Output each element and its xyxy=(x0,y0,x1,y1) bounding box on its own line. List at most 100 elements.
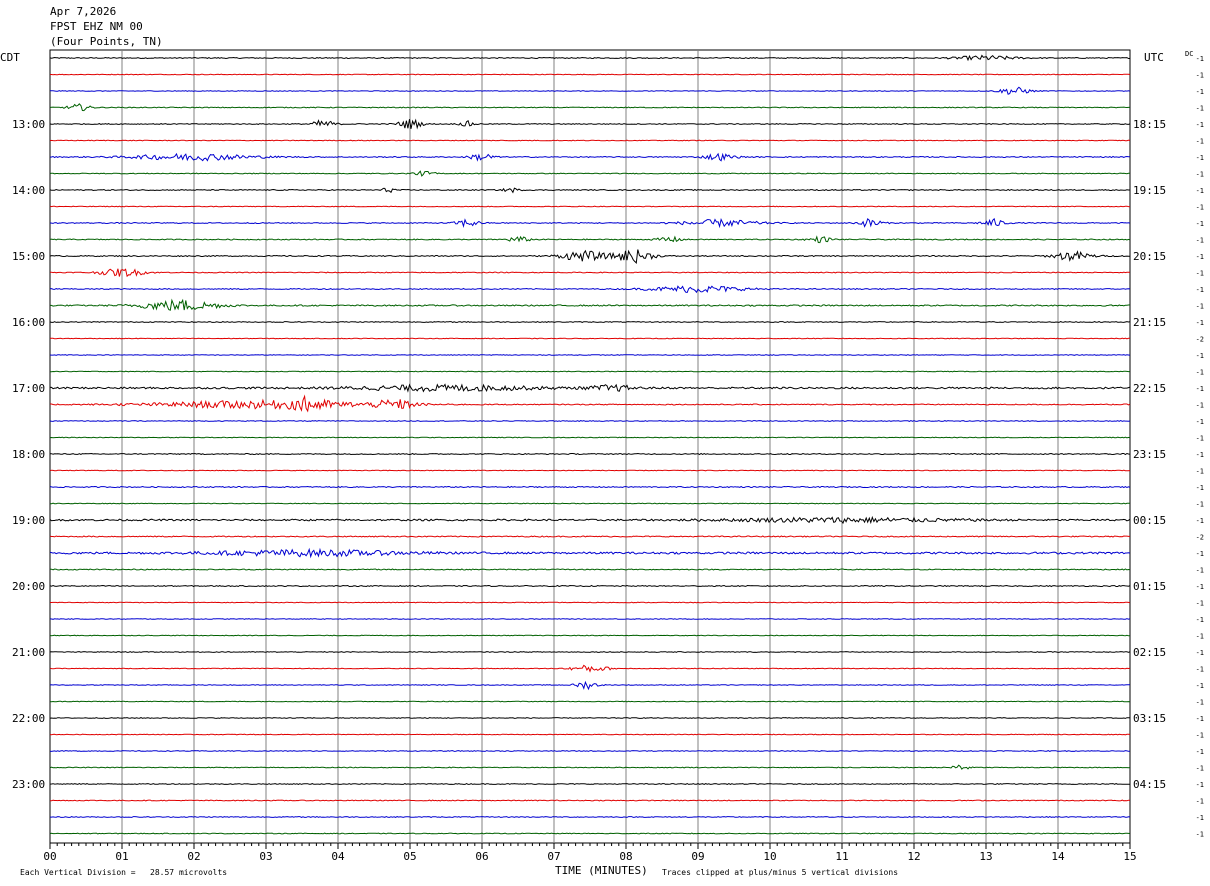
seismic-trace-row xyxy=(49,535,1130,538)
left-time-label: 20:00 xyxy=(12,580,45,593)
dc-offset-label: -2 xyxy=(1196,336,1204,344)
left-time-label: 21:00 xyxy=(12,646,45,659)
seismic-trace-row xyxy=(49,321,1131,323)
x-tick-label: 11 xyxy=(835,850,848,863)
seismic-trace-row xyxy=(50,370,1130,373)
right-time-label: 02:15 xyxy=(1133,646,1166,659)
left-time-label: 18:00 xyxy=(12,448,45,461)
dc-offset-label: -1 xyxy=(1196,666,1204,674)
seismic-trace-row xyxy=(49,103,1131,112)
clip-note: Traces clipped at plus/minus 5 vertical … xyxy=(662,868,898,877)
right-time-label: 04:15 xyxy=(1133,778,1166,791)
left-time-label: 17:00 xyxy=(12,382,45,395)
dc-offset-label: -1 xyxy=(1196,765,1204,773)
dc-offset-label: -1 xyxy=(1196,550,1204,558)
dc-offset-label: -1 xyxy=(1196,501,1204,509)
right-timezone-label: UTC xyxy=(1144,51,1164,64)
seismic-trace-row xyxy=(49,452,1131,456)
seismic-trace-row xyxy=(50,601,1131,604)
dc-offset-label: -1 xyxy=(1196,253,1204,261)
dc-offset-label: -1 xyxy=(1196,781,1204,789)
dc-offset-label: -1 xyxy=(1196,88,1204,96)
seismic-trace-row xyxy=(50,816,1131,818)
dc-offset-label: -1 xyxy=(1196,567,1204,575)
seismic-trace-row xyxy=(49,680,1130,691)
left-time-label: 14:00 xyxy=(12,184,45,197)
helicorder-plot: 00 01 02 03 04 05 06 07 08 09 10 11 12 13 14 15 -1 -1 -1 -1… xyxy=(0,49,1204,877)
seismic-trace-row xyxy=(50,86,1131,95)
seismic-trace-row xyxy=(49,568,1131,571)
x-tick-label: 04 xyxy=(331,850,345,863)
dc-offset-label: -1 xyxy=(1196,220,1204,228)
seismic-trace-row xyxy=(50,73,1131,76)
dc-offset-label: -1 xyxy=(1196,237,1204,245)
x-tick-label: 07 xyxy=(547,850,560,863)
dc-offset-label: -1 xyxy=(1196,204,1204,212)
right-time-label: 01:15 xyxy=(1133,580,1166,593)
dc-offset-label: -1 xyxy=(1196,600,1204,608)
seismic-trace-row xyxy=(49,584,1131,588)
dc-offset-label: -1 xyxy=(1196,435,1204,443)
seismic-trace-row xyxy=(49,170,1130,177)
seismic-trace-row xyxy=(49,354,1131,356)
dc-offset-label: -1 xyxy=(1196,748,1204,756)
dc-offset-label: -1 xyxy=(1196,715,1204,723)
dc-offset-label: -1 xyxy=(1196,831,1204,839)
right-time-label: 23:15 xyxy=(1133,448,1166,461)
dc-offset-label: -1 xyxy=(1196,286,1204,294)
dc-label: DC xyxy=(1185,50,1193,58)
seismic-trace-row xyxy=(49,217,1131,229)
seismic-trace-row xyxy=(49,420,1131,422)
dc-offset-label: -1 xyxy=(1196,798,1204,806)
dc-offset-label: -1 xyxy=(1196,187,1204,195)
right-time-label: 00:15 xyxy=(1133,514,1166,527)
seismic-trace-row xyxy=(49,205,1131,208)
x-tick-label: 01 xyxy=(115,850,128,863)
x-tick-label: 10 xyxy=(763,850,776,863)
right-time-label: 21:15 xyxy=(1133,316,1166,329)
seismic-trace-row xyxy=(49,383,1131,393)
seismic-trace-row xyxy=(49,783,1130,785)
dc-offset-label: -1 xyxy=(1196,814,1204,822)
dc-offset-label: -1 xyxy=(1196,649,1204,657)
dc-offset-label: -1 xyxy=(1196,484,1204,492)
seismic-trace-row xyxy=(49,152,1131,162)
seismic-trace-row xyxy=(49,337,1131,340)
dc-offset-label: -1 xyxy=(1196,451,1204,459)
x-tick-label: 06 xyxy=(475,850,488,863)
seismic-trace-row xyxy=(49,799,1131,802)
vertical-division-scale: Each Vertical Division = 28.57 microvolt… xyxy=(20,868,227,877)
dc-offset-label: -1 xyxy=(1196,418,1204,426)
dc-offset-label: -1 xyxy=(1196,72,1204,80)
x-tick-label: 15 xyxy=(1123,850,1136,863)
dc-offset-label: -1 xyxy=(1196,616,1204,624)
seismic-trace-row xyxy=(49,235,1131,244)
seismic-trace-row xyxy=(49,618,1131,620)
seismic-trace-row xyxy=(49,118,1131,130)
dc-offset-label: -1 xyxy=(1196,154,1204,162)
left-time-label: 16:00 xyxy=(12,316,45,329)
grid xyxy=(49,49,1131,849)
dc-offset-label: -1 xyxy=(1196,171,1204,179)
dc-offset-label: -1 xyxy=(1196,517,1204,525)
dc-offset-label: -1 xyxy=(1196,402,1204,410)
x-tick-label: 03 xyxy=(259,850,272,863)
dc-offset-label: -1 xyxy=(1196,369,1204,377)
seismic-trace-row xyxy=(49,187,1130,194)
right-time-label: 20:15 xyxy=(1133,250,1166,263)
dc-offset-label: -1 xyxy=(1196,385,1204,393)
dc-offset-label: -1 xyxy=(1196,138,1204,146)
x-tick-label: 14 xyxy=(1051,850,1065,863)
seismic-trace-row xyxy=(50,394,1131,413)
x-axis-label: TIME (MINUTES) xyxy=(555,864,648,877)
x-tick-label: 12 xyxy=(907,850,920,863)
seismic-trace-row xyxy=(49,832,1131,835)
dc-offset-label: -1 xyxy=(1196,682,1204,690)
dc-offset-label: -1 xyxy=(1196,121,1204,129)
seismic-trace-row xyxy=(49,700,1131,703)
seismic-trace-row xyxy=(49,750,1130,752)
dc-offset-label: -1 xyxy=(1196,699,1204,707)
dc-offset-label: -1 xyxy=(1196,732,1204,740)
x-tick-label: 05 xyxy=(403,850,416,863)
seismic-trace-row xyxy=(50,298,1131,311)
